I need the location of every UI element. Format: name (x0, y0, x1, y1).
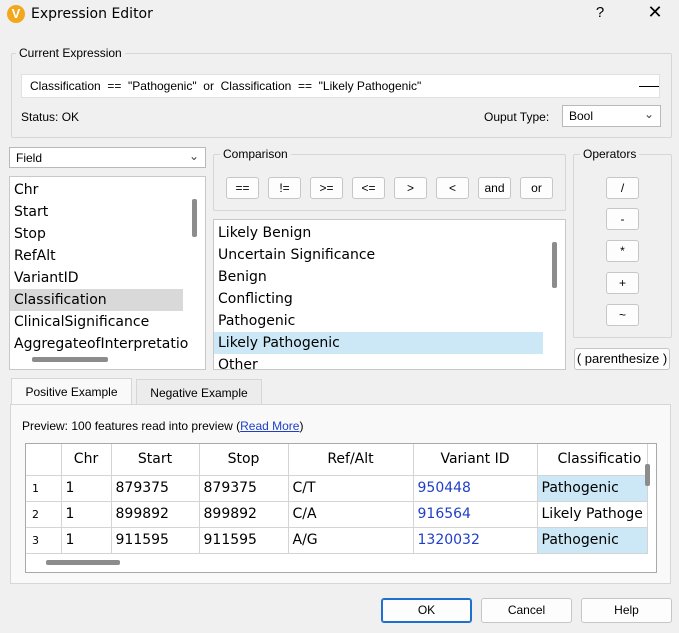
chevron-down-icon: ⌄ (643, 107, 654, 121)
field-list-vscroll[interactable] (192, 199, 197, 237)
cell-chr: 1 (61, 501, 112, 528)
and-button[interactable]: and (478, 177, 511, 199)
value-item-pathogenic[interactable]: Pathogenic (214, 310, 565, 332)
field-item-refalt[interactable]: RefAlt (10, 245, 205, 267)
expression-input[interactable]: Classification == "Pathogenic" or Classi… (21, 74, 660, 98)
output-type-label: Ouput Type: (484, 110, 550, 124)
column-header-chr[interactable]: Chr (61, 444, 112, 476)
cell-classification: Likely Pathoge (537, 501, 648, 528)
close-icon[interactable]: ✕ (643, 2, 667, 26)
help-button[interactable]: Help (581, 598, 672, 623)
cell-variant-id[interactable]: 1320032 (413, 527, 538, 554)
cell-chr: 1 (61, 475, 112, 502)
row-number: 2 (26, 501, 62, 528)
cell-stop: 911595 (199, 527, 289, 554)
field-item-clinicalsignificance[interactable]: ClinicalSignificance (10, 311, 205, 333)
table-header-row: Chr Start Stop Ref/Alt Variant ID Classi… (26, 444, 648, 476)
cell-chr: 1 (61, 527, 112, 554)
parenthesize-button[interactable]: ( parenthesize ) (574, 348, 670, 370)
expression-scroll-indicator (639, 86, 659, 87)
output-type-select[interactable]: Bool ⌄ (562, 105, 661, 127)
field-item-chr[interactable]: Chr (10, 179, 205, 201)
cell-start: 879375 (111, 475, 200, 502)
table-row[interactable]: 1 1 879375 879375 C/T 950448 Pathogenic (26, 475, 648, 502)
field-item-aggregateofinterpretation[interactable]: AggregateofInterpretatio (10, 333, 205, 355)
column-header-classification[interactable]: Classificatio (537, 444, 648, 476)
value-item-conflicting[interactable]: Conflicting (214, 288, 565, 310)
window-title: Expression Editor (31, 6, 153, 22)
cell-stop: 879375 (199, 475, 289, 502)
table-row[interactable]: 2 1 899892 899892 C/A 916564 Likely Path… (26, 501, 648, 528)
current-expression-label: Current Expression (16, 46, 125, 60)
field-list-hscroll[interactable] (32, 357, 108, 362)
help-icon[interactable]: ? (590, 4, 610, 24)
or-button[interactable]: or (520, 177, 553, 199)
field-select-value: Field (16, 151, 43, 165)
field-select[interactable]: Field ⌄ (9, 147, 206, 168)
field-item-variantid[interactable]: VariantID (10, 267, 205, 289)
operators-label: Operators (580, 147, 640, 161)
value-item-likely-pathogenic[interactable]: Likely Pathogenic (214, 332, 543, 354)
app-logo-icon: V (7, 5, 25, 23)
field-item-start[interactable]: Start (10, 201, 205, 223)
field-list[interactable]: Chr Start Stop RefAlt VariantID Classifi… (9, 176, 206, 370)
cancel-button[interactable]: Cancel (481, 598, 572, 623)
table-hscroll[interactable] (46, 560, 120, 565)
less-than-button[interactable]: < (436, 177, 469, 199)
column-header-rownum (26, 444, 62, 476)
cell-variant-id[interactable]: 916564 (413, 501, 538, 528)
tab-positive-example[interactable]: Positive Example (11, 378, 132, 405)
cell-refalt: C/A (288, 501, 414, 528)
less-equal-button[interactable]: <= (352, 177, 385, 199)
tab-negative-example[interactable]: Negative Example (136, 379, 262, 406)
column-header-variant-id[interactable]: Variant ID (413, 444, 538, 476)
cell-refalt: A/G (288, 527, 414, 554)
greater-equal-button[interactable]: >= (310, 177, 343, 199)
divide-button[interactable]: / (606, 177, 639, 199)
output-type-value: Bool (569, 109, 594, 123)
not-equals-button[interactable]: != (268, 177, 301, 199)
equals-button[interactable]: == (226, 177, 259, 199)
cell-classification: Pathogenic (537, 527, 648, 554)
comparison-group (213, 154, 566, 211)
comparison-label: Comparison (220, 147, 291, 161)
column-header-refalt[interactable]: Ref/Alt (288, 444, 414, 476)
value-item-likely-benign[interactable]: Likely Benign (214, 222, 565, 244)
cell-stop: 899892 (199, 501, 289, 528)
field-item-stop[interactable]: Stop (10, 223, 205, 245)
ok-button[interactable]: OK (381, 598, 472, 623)
minus-button[interactable]: - (606, 208, 639, 230)
tilde-button[interactable]: ~ (606, 304, 639, 326)
table-row[interactable]: 3 1 911595 911595 A/G 1320032 Pathogenic (26, 527, 648, 554)
status-text: Status: OK (21, 110, 80, 124)
cell-variant-id[interactable]: 950448 (413, 475, 538, 502)
value-item-uncertain-significance[interactable]: Uncertain Significance (214, 244, 565, 266)
cell-start: 899892 (111, 501, 200, 528)
value-item-benign[interactable]: Benign (214, 266, 565, 288)
row-number: 1 (26, 475, 62, 502)
column-header-stop[interactable]: Stop (199, 444, 289, 476)
preview-text: Preview: 100 features read into preview … (22, 419, 303, 433)
row-number: 3 (26, 527, 62, 554)
table-vscroll[interactable] (645, 464, 650, 486)
cell-classification: Pathogenic (537, 475, 648, 502)
preview-table[interactable]: Chr Start Stop Ref/Alt Variant ID Classi… (25, 443, 657, 573)
values-list-vscroll[interactable] (552, 242, 557, 288)
column-header-start[interactable]: Start (111, 444, 200, 476)
cell-refalt: C/T (288, 475, 414, 502)
preview-close-paren: ) (299, 419, 304, 433)
values-list[interactable]: Likely Benign Uncertain Significance Ben… (213, 219, 566, 370)
read-more-link[interactable]: Read More (240, 419, 299, 433)
plus-button[interactable]: + (606, 272, 639, 294)
multiply-button[interactable]: * (606, 240, 639, 262)
value-item-other[interactable]: Other (214, 354, 565, 369)
chevron-down-icon: ⌄ (188, 149, 199, 163)
preview-summary: Preview: 100 features read into preview … (22, 419, 241, 433)
greater-than-button[interactable]: > (394, 177, 427, 199)
cell-start: 911595 (111, 527, 200, 554)
field-item-classification[interactable]: Classification (10, 289, 183, 311)
